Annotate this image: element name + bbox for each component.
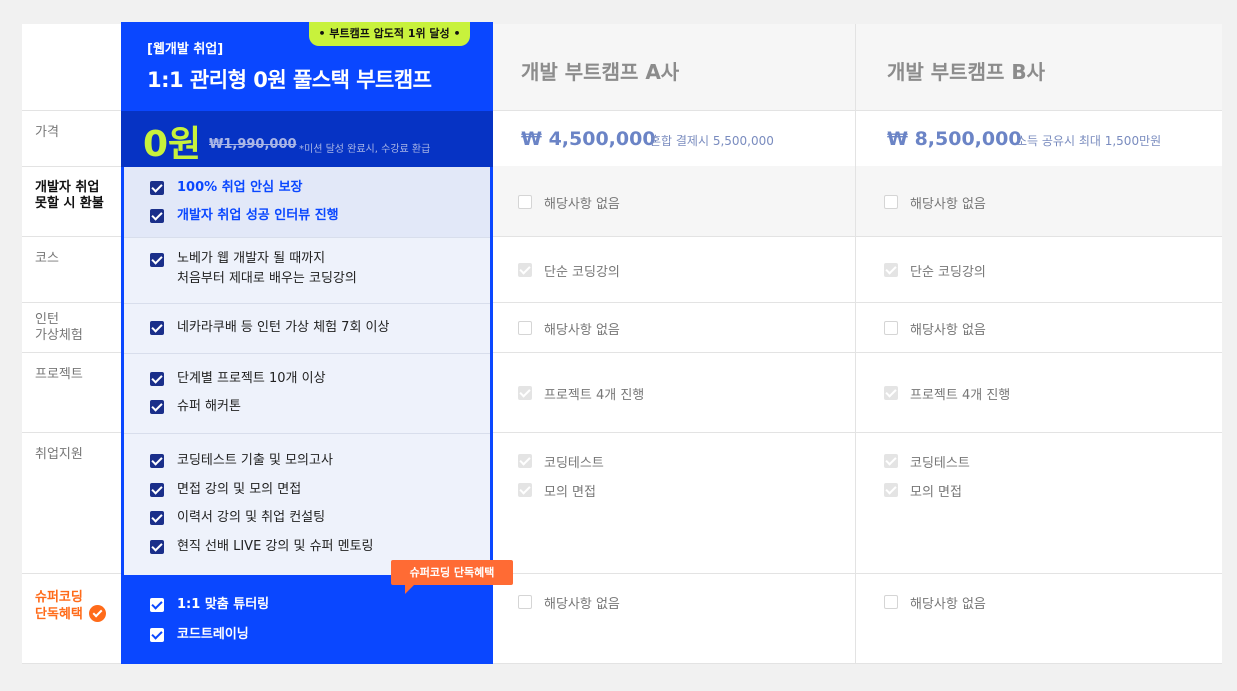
empty-checkbox-icon [518,321,532,335]
check-icon [884,263,898,277]
check-icon [150,372,164,386]
check-icon [884,386,898,400]
empty-checkbox-icon [518,195,532,209]
competitor-a-refund: 해당사항 없음 [544,197,620,212]
highlight-price-row: 0원 ₩1,990,000 *미션 달성 완료시, 수강료 환급 [121,111,493,167]
check-icon [150,483,164,497]
label-exclusive-line1: 슈퍼코딩 [35,590,83,605]
column-divider [855,24,856,664]
competitor-b-intern: 해당사항 없음 [910,323,986,338]
label-intern-line1: 인턴 [35,312,59,327]
exclusive-item: 1:1 맞춤 튜터링 [177,597,270,612]
label-intern-line2: 가상체험 [35,328,83,343]
check-icon [518,386,532,400]
highlight-column: • 부트캠프 압도적 1위 달성 • [웹개발 취업] 1:1 관리형 0원 풀… [121,22,513,664]
comparison-table: 가격 개발자 취업 못할 시 환불 코스 인턴 가상체험 프로젝트 취업지원 슈… [22,22,1222,664]
row-divider [124,237,490,238]
competitor-b-project: 프로젝트 4개 진행 [910,388,1011,403]
competitor-a-course: 단순 코딩강의 [544,265,620,280]
top-rank-badge: • 부트캠프 압도적 1위 달성 • [309,22,470,46]
label-refund-line1: 개발자 취업 [35,180,100,195]
row-divider [124,353,490,354]
check-icon [150,454,164,468]
empty-checkbox-icon [884,595,898,609]
competitor-a-jobsupport: 코딩테스트 [544,456,604,471]
check-icon [518,454,532,468]
exclusive-item: 코드트레이닝 [177,627,249,642]
row-divider [124,303,490,304]
check-icon [150,181,164,195]
verified-badge-icon [89,605,106,622]
jobsupport-item: 현직 선배 LIVE 강의 및 슈퍼 멘토링 [177,539,374,554]
competitor-a-exclusive: 해당사항 없음 [544,597,620,612]
jobsupport-item: 이력서 강의 및 취업 컨설팅 [177,510,326,525]
check-icon [518,263,532,277]
label-course: 코스 [35,251,59,266]
label-jobsupport: 취업지원 [35,447,83,462]
course-line1: 노베가 웹 개발자 될 때까지 [177,251,326,266]
intern-item: 네카라쿠배 등 인턴 가상 체험 7회 이상 [177,320,390,335]
empty-checkbox-icon [518,595,532,609]
competitor-a-intern: 해당사항 없음 [544,323,620,338]
row-divider [124,433,490,434]
label-price: 가격 [35,125,59,140]
check-icon [884,483,898,497]
check-icon [150,598,164,612]
price-note: *미션 달성 완료시, 수강료 환급 [299,144,431,155]
check-icon [150,209,164,223]
competitor-a-title: 개발 부트캠프 A사 [521,60,680,84]
competitor-b-jobsupport: 코딩테스트 [910,456,970,471]
refund-item: 개발자 취업 성공 인터뷰 진행 [177,208,339,223]
competitor-a-jobsupport: 모의 면접 [544,485,596,500]
highlight-body: 100% 취업 안심 보장 개발자 취업 성공 인터뷰 진행 노베가 웹 개발자… [121,167,493,575]
competitor-b-refund: 해당사항 없음 [910,197,986,212]
check-icon [150,628,164,642]
label-refund-line2: 못할 시 환불 [35,196,104,211]
jobsupport-item: 코딩테스트 기출 및 모의고사 [177,453,333,468]
competitor-b-exclusive: 해당사항 없음 [910,597,986,612]
highlight-exclusive-row: 1:1 맞춤 튜터링 코드트레이닝 [121,575,493,664]
competitor-a-price: ₩ 4,500,000 [521,128,656,150]
price-value: 0원 [143,124,202,165]
project-item: 슈퍼 해커톤 [177,399,241,414]
refund-item: 100% 취업 안심 보장 [177,180,303,195]
competitor-a-price-note: 혼합 결제시 5,500,000 [650,134,774,148]
check-icon [518,483,532,497]
check-icon [150,321,164,335]
label-project: 프로젝트 [35,367,83,382]
competitor-b-price-note: 소득 공유시 최대 1,500만원 [1016,134,1162,148]
check-icon [150,540,164,554]
check-icon [150,400,164,414]
price-original: ₩1,990,000 [209,137,297,152]
check-icon [150,253,164,267]
empty-checkbox-icon [884,321,898,335]
competitor-b-course: 단순 코딩강의 [910,265,986,280]
exclusive-benefit-tooltip: 슈퍼코딩 단독혜택 [391,560,513,594]
project-item: 단계별 프로젝트 10개 이상 [177,371,326,386]
course-line2: 처음부터 제대로 배우는 코딩강의 [177,271,357,286]
competitor-b-title: 개발 부트캠프 B사 [887,60,1045,84]
jobsupport-item: 면접 강의 및 모의 면접 [177,482,302,497]
highlight-header: • 부트캠프 압도적 1위 달성 • [웹개발 취업] 1:1 관리형 0원 풀… [121,22,493,111]
competitor-a-project: 프로젝트 4개 진행 [544,388,645,403]
empty-checkbox-icon [884,195,898,209]
check-icon [150,511,164,525]
label-exclusive-line2: 단독혜택 [35,607,83,622]
competitor-b-price: ₩ 8,500,000 [887,128,1022,150]
course-category: [웹개발 취업] [147,42,224,57]
course-title: 1:1 관리형 0원 풀스택 부트캠프 [147,68,432,92]
check-icon [884,454,898,468]
competitor-b-jobsupport: 모의 면접 [910,485,962,500]
